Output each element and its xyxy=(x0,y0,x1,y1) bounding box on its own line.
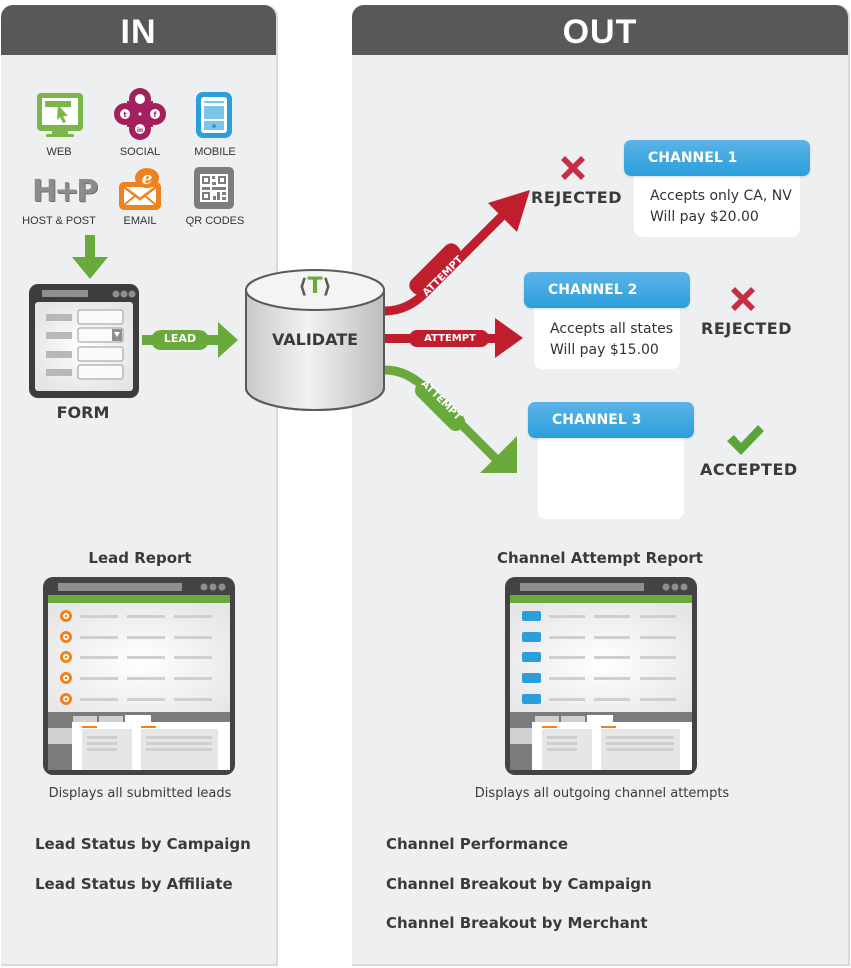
channel-report-description: Displays all outgoing channel attempts xyxy=(474,786,730,801)
source-label-email: EMAIL xyxy=(123,215,157,227)
channel-3-body xyxy=(538,432,684,519)
email-icon: e xyxy=(119,168,161,210)
rejected-x-icon xyxy=(731,287,755,311)
source-label-host-post: HOST & POST xyxy=(22,215,96,227)
channel-1-line-2: Will pay $20.00 xyxy=(650,209,759,225)
channel-3-status: ACCEPTED xyxy=(700,460,798,479)
out-panel-title: OUT xyxy=(352,5,848,55)
lead-report-title: Lead Report xyxy=(88,549,192,567)
channel-1-status: REJECTED xyxy=(531,188,622,207)
down-arrow-icon xyxy=(72,235,108,279)
link-channel-breakout-by-merchant[interactable]: Channel Breakout by Merchant xyxy=(386,914,648,932)
channel-2-status: REJECTED xyxy=(701,319,792,338)
svg-text:in: in xyxy=(137,127,143,134)
channel-report-title: Channel Attempt Report xyxy=(497,549,703,567)
channel-1-header: CHANNEL 1 xyxy=(624,140,810,176)
channel-report-thumbnail[interactable] xyxy=(504,576,698,776)
channel-1-line-1: Accepts only CA, NV xyxy=(650,188,792,204)
accepted-check-icon xyxy=(727,425,764,455)
web-monitor-icon xyxy=(37,93,83,137)
channel-2-body: Accepts all states Will pay $15.00 xyxy=(534,302,680,369)
source-label-social: SOCIAL xyxy=(119,146,161,158)
attempt-arrows xyxy=(385,190,530,473)
channel-2-line-2: Will pay $15.00 xyxy=(550,342,659,358)
mobile-icon xyxy=(196,92,232,138)
lead-arrow-label: LEAD xyxy=(163,332,197,345)
attempt-arrow-channel-1 xyxy=(385,190,530,316)
qr-code-icon xyxy=(194,167,234,209)
link-channel-breakout-by-campaign[interactable]: Channel Breakout by Campaign xyxy=(386,875,652,893)
channel-2-line-1: Accepts all states xyxy=(550,321,674,337)
svg-text:e: e xyxy=(142,169,153,189)
attempt-arrow-channel-3 xyxy=(385,365,517,473)
form-label: FORM xyxy=(56,403,110,422)
link-lead-status-by-affiliate[interactable]: Lead Status by Affiliate xyxy=(35,875,233,893)
in-panel-title: IN xyxy=(1,5,276,55)
source-label-web: WEB xyxy=(46,146,72,158)
source-label-mobile: MOBILE xyxy=(194,146,236,158)
link-lead-status-by-campaign[interactable]: Lead Status by Campaign xyxy=(35,835,251,853)
attempt-label-2: ATTEMPT xyxy=(424,333,476,344)
link-channel-performance[interactable]: Channel Performance xyxy=(386,835,568,853)
rejected-x-icon xyxy=(561,156,585,180)
host-post-icon: H+P xyxy=(32,174,98,209)
channel-1-body: Accepts only CA, NV Will pay $20.00 xyxy=(634,170,800,237)
logo-icon: ⟨T⟩ xyxy=(298,274,332,299)
channel-3-header: CHANNEL 3 xyxy=(528,402,694,438)
lead-report-description: Displays all submitted leads xyxy=(48,786,232,801)
lead-report-thumbnail[interactable] xyxy=(42,576,236,776)
source-label-qr-codes: QR CODES xyxy=(185,215,245,227)
channel-2-header: CHANNEL 2 xyxy=(524,272,690,308)
social-icon: t f in xyxy=(114,88,166,140)
validate-label: VALIDATE xyxy=(271,330,359,349)
form-icon xyxy=(29,284,139,398)
